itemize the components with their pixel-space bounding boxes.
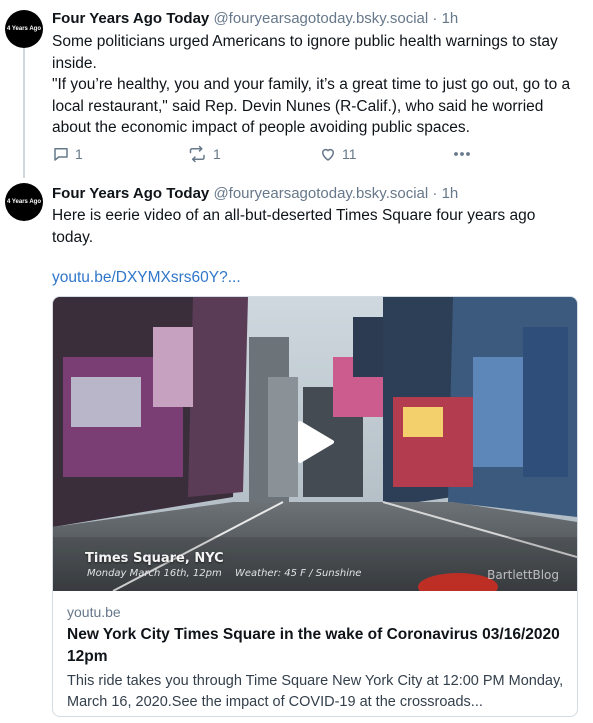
like-count: 11: [342, 146, 357, 162]
card-body: youtu.be New York City Times Square in t…: [67, 603, 567, 712]
post-paragraph: Some politicians urged Americans to igno…: [52, 33, 558, 72]
author-name[interactable]: Four Years Ago Today: [52, 185, 209, 202]
avatar-label: 4 Years Ago: [6, 199, 42, 205]
post-actions: 1 1 11: [52, 143, 522, 165]
repost-icon: [188, 145, 208, 163]
post-header: Four Years Ago Today @fouryearsagotoday.…: [52, 184, 458, 204]
post-time[interactable]: 1h: [442, 185, 459, 202]
author-handle[interactable]: @fouryearsagotoday.bsky.social: [213, 10, 428, 27]
reply-icon: [52, 145, 70, 163]
card-title[interactable]: New York City Times Square in the wake o…: [67, 624, 567, 667]
post-time[interactable]: 1h: [442, 10, 459, 27]
link-preview-card[interactable]: Times Square, NYC Monday March 16th, 12p…: [52, 296, 578, 717]
repost-count: 1: [213, 146, 221, 162]
separator: ·: [432, 10, 438, 27]
separator: ·: [432, 185, 438, 202]
post-header: Four Years Ago Today @fouryearsagotoday.…: [52, 9, 458, 29]
more-icon: [452, 145, 472, 163]
avatar[interactable]: 4 Years Ago: [5, 183, 43, 221]
card-description: This ride takes you through Time Square …: [67, 673, 564, 710]
video-overlay-weather: Weather: 45 F / Sunshine: [235, 568, 362, 579]
card-domain: youtu.be: [67, 604, 121, 620]
author-name[interactable]: Four Years Ago Today: [52, 10, 209, 27]
play-icon: [294, 419, 336, 470]
avatar[interactable]: 4 Years Ago: [5, 10, 43, 48]
avatar-label: 4 Years Ago: [6, 26, 42, 32]
reply-count: 1: [75, 146, 83, 162]
author-handle[interactable]: @fouryearsagotoday.bsky.social: [213, 185, 428, 202]
more-button[interactable]: [452, 143, 472, 165]
video-overlay-title: Times Square, NYC: [85, 551, 224, 566]
post-text: Some politicians urged Americans to igno…: [52, 31, 572, 139]
video-watermark: BartlettBlog: [487, 568, 559, 582]
reply-button[interactable]: 1: [52, 143, 83, 165]
video-overlay-date: Monday March 16th, 12pm: [87, 568, 222, 579]
post-1[interactable]: 4 Years Ago Four Years Ago Today @fourye…: [0, 0, 593, 175]
video-link[interactable]: youtu.be/DXYMXsrs60Y?...: [52, 268, 241, 288]
post-paragraph: "If you’re healthy, you and your family,…: [52, 76, 571, 136]
video-thumbnail[interactable]: Times Square, NYC Monday March 16th, 12p…: [53, 297, 577, 591]
repost-button[interactable]: 1: [188, 143, 221, 165]
post-text: Here is eerie video of an all-but-desert…: [52, 207, 536, 246]
play-button[interactable]: [285, 414, 345, 474]
like-button[interactable]: 11: [319, 143, 357, 165]
like-icon: [319, 145, 337, 163]
